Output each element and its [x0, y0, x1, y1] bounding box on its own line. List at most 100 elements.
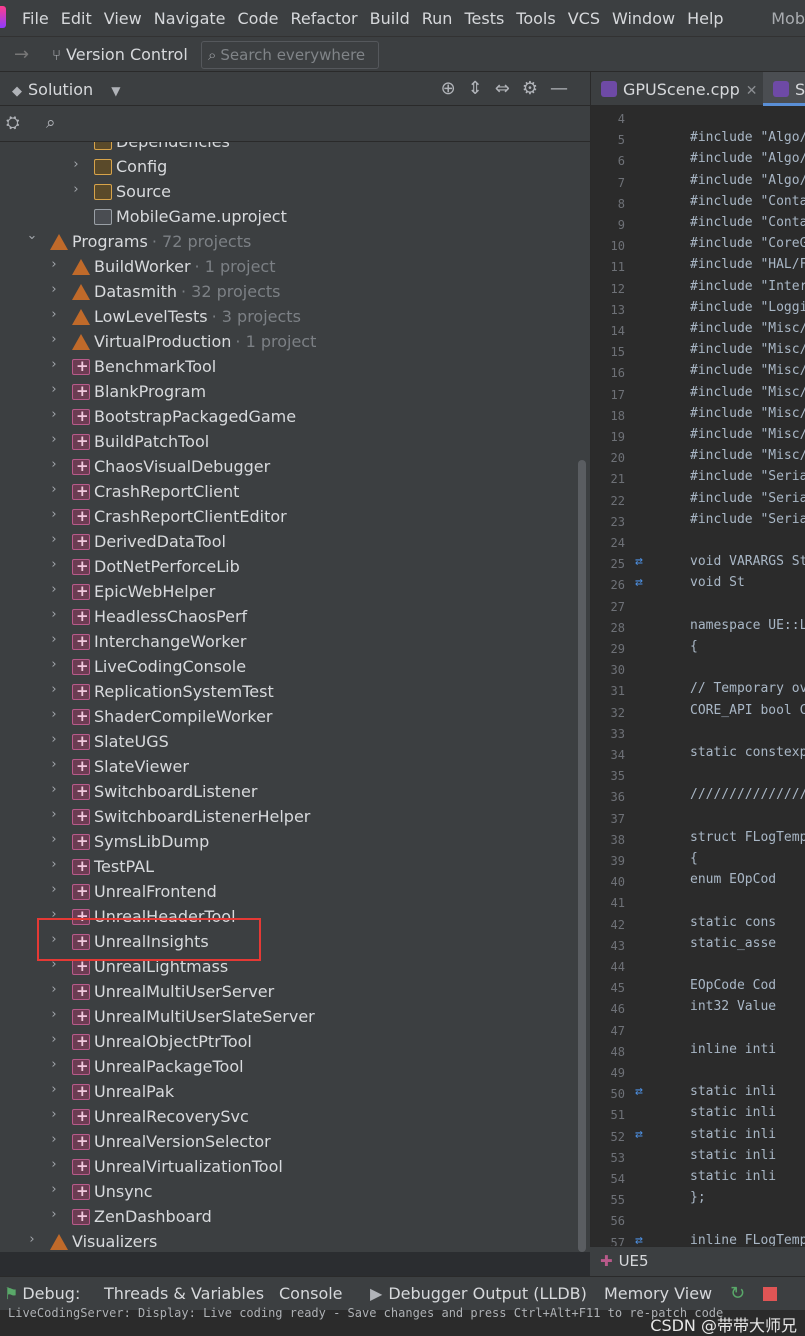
chevron-right-icon[interactable]: ›: [48, 457, 60, 472]
chevron-right-icon[interactable]: ›: [48, 782, 60, 797]
chevron-right-icon[interactable]: ›: [48, 1182, 60, 1197]
tree-item-deriveddatatool[interactable]: › DerivedDataTool: [0, 530, 580, 555]
tree-item-unrealfrontend[interactable]: › UnrealFrontend: [0, 880, 580, 905]
tree-item-buildpatchtool[interactable]: › BuildPatchTool: [0, 430, 580, 455]
tree-item-unrealrecoverysvc[interactable]: › UnrealRecoverySvc: [0, 1105, 580, 1130]
chevron-right-icon[interactable]: ›: [48, 882, 60, 897]
rerun-icon[interactable]: ↻: [730, 1283, 745, 1304]
tree-item-chaosvisualdebugger[interactable]: › ChaosVisualDebugger: [0, 455, 580, 480]
code-editor[interactable]: 4 5 #include "Algo/6 #include "Algo/7 #inclu…: [590, 106, 805, 1246]
tree-item-programs[interactable]: ⌄ Programs · 72 projects: [0, 228, 580, 255]
chevron-right-icon[interactable]: ›: [48, 1107, 60, 1122]
chevron-right-icon[interactable]: ›: [48, 432, 60, 447]
tree-item-benchmarktool[interactable]: › BenchmarkTool: [0, 355, 580, 380]
tree-item-switchboardlistener[interactable]: › SwitchboardListener: [0, 780, 580, 805]
collapse-all-icon[interactable]: ⇔: [495, 78, 522, 99]
tree-item-blankprogram[interactable]: › BlankProgram: [0, 380, 580, 405]
chevron-right-icon[interactable]: ›: [48, 607, 60, 622]
menu-help[interactable]: Help: [687, 9, 723, 28]
chevron-right-icon[interactable]: ›: [48, 582, 60, 597]
menu-vcs[interactable]: VCS: [568, 9, 600, 28]
chevron-right-icon[interactable]: ›: [48, 682, 60, 697]
menu-refactor[interactable]: Refactor: [290, 9, 357, 28]
chevron-right-icon[interactable]: ›: [48, 407, 60, 422]
tree-item-unrealmultiuserserver[interactable]: › UnrealMultiUserServer: [0, 980, 580, 1005]
chevron-right-icon[interactable]: ›: [70, 182, 82, 197]
close-icon[interactable]: ✕: [746, 83, 758, 99]
tree-item-visualizers[interactable]: › Visualizers: [0, 1230, 580, 1252]
menu-file[interactable]: File: [22, 9, 49, 28]
gear-icon[interactable]: ⚙: [522, 78, 550, 99]
tree-scrollbar[interactable]: [578, 460, 586, 1252]
chevron-down-icon[interactable]: ⌄: [26, 228, 38, 243]
tree-item-virtualproduction[interactable]: › VirtualProduction · 1 project: [0, 330, 580, 355]
tree-item-bootstrappackagedgame[interactable]: › BootstrapPackagedGame: [0, 405, 580, 430]
tree-item-unrealmultiuserslateserver[interactable]: › UnrealMultiUserSlateServer: [0, 1005, 580, 1030]
tree-item-symslibdump[interactable]: › SymsLibDump: [0, 830, 580, 855]
search-everywhere-input[interactable]: ⌕ Search everywhere: [201, 41, 379, 69]
expand-all-icon[interactable]: ⇕: [468, 78, 495, 99]
editor-bottom-tab[interactable]: ✚ UE5: [590, 1246, 805, 1276]
menu-tools[interactable]: Tools: [516, 9, 555, 28]
chevron-right-icon[interactable]: ›: [26, 1232, 38, 1247]
tree-item-mobilegame-uproject[interactable]: MobileGame.uproject: [0, 205, 580, 230]
tree-item-unsync[interactable]: › Unsync: [0, 1180, 580, 1205]
tree-item-unrealvirtualizationtool[interactable]: › UnrealVirtualizationTool: [0, 1155, 580, 1180]
tree-item-crashreportclient[interactable]: › CrashReportClient: [0, 480, 580, 505]
tree-item-replicationsystemtest[interactable]: › ReplicationSystemTest: [0, 680, 580, 705]
chevron-right-icon[interactable]: ›: [48, 857, 60, 872]
tree-item-testpal[interactable]: › TestPAL: [0, 855, 580, 880]
chevron-right-icon[interactable]: ›: [48, 982, 60, 997]
tab-debugger-output[interactable]: ▶ Debugger Output (LLDB): [370, 1284, 587, 1303]
chevron-right-icon[interactable]: ›: [48, 257, 60, 272]
navigate-arrow-icon[interactable]: →: [14, 44, 29, 65]
locate-icon[interactable]: ⊕: [441, 78, 468, 99]
chevron-right-icon[interactable]: ›: [48, 332, 60, 347]
tab-gpuscene[interactable]: GPUScene.cpp ✕: [591, 72, 765, 106]
tree-item-unrealpak[interactable]: › UnrealPak: [0, 1080, 580, 1105]
chevron-right-icon[interactable]: ›: [48, 807, 60, 822]
chevron-right-icon[interactable]: ›: [48, 532, 60, 547]
chevron-right-icon[interactable]: ›: [48, 1032, 60, 1047]
tree-item-dependencies[interactable]: Dependencies: [0, 142, 580, 155]
tab-console[interactable]: Console: [279, 1284, 343, 1303]
chevron-right-icon[interactable]: ›: [48, 757, 60, 772]
chevron-right-icon[interactable]: ›: [48, 1132, 60, 1147]
navigation-gutter-icon[interactable]: ⇄: [635, 1127, 643, 1142]
tree-item-config[interactable]: › Config: [0, 155, 580, 180]
tree-item-dotnetperforcelib[interactable]: › DotNetPerforceLib: [0, 555, 580, 580]
chevron-right-icon[interactable]: ›: [48, 357, 60, 372]
navigation-gutter-icon[interactable]: ⇄: [635, 575, 643, 590]
menu-run[interactable]: Run: [422, 9, 453, 28]
chevron-right-icon[interactable]: ›: [48, 657, 60, 672]
tab-memory-view[interactable]: Memory View: [604, 1284, 712, 1303]
tree-item-unrealobjectptrtool[interactable]: › UnrealObjectPtrTool: [0, 1030, 580, 1055]
menu-window[interactable]: Window: [612, 9, 675, 28]
tree-item-zendashboard[interactable]: › ZenDashboard: [0, 1205, 580, 1230]
chevron-right-icon[interactable]: ›: [48, 1207, 60, 1222]
tree-item-livecodingconsole[interactable]: › LiveCodingConsole: [0, 655, 580, 680]
tree-item-headlesschaosperf[interactable]: › HeadlessChaosPerf: [0, 605, 580, 630]
menu-view[interactable]: View: [104, 9, 142, 28]
tab-threads-variables[interactable]: Threads & Variables: [104, 1284, 264, 1303]
tree-item-interchangeworker[interactable]: › InterchangeWorker: [0, 630, 580, 655]
minimize-icon[interactable]: —: [550, 78, 580, 99]
chevron-right-icon[interactable]: ›: [48, 1082, 60, 1097]
chevron-right-icon[interactable]: ›: [48, 1007, 60, 1022]
tree-item-datasmith[interactable]: › Datasmith · 32 projects: [0, 280, 580, 305]
chevron-right-icon[interactable]: ›: [48, 632, 60, 647]
menu-code[interactable]: Code: [238, 9, 279, 28]
chevron-right-icon[interactable]: ›: [70, 157, 82, 172]
chevron-right-icon[interactable]: ›: [48, 307, 60, 322]
tree-item-buildworker[interactable]: › BuildWorker · 1 project: [0, 255, 580, 280]
chevron-right-icon[interactable]: ›: [48, 282, 60, 297]
tree-item-epicwebhelper[interactable]: › EpicWebHelper: [0, 580, 580, 605]
tree-item-shadercompileworker[interactable]: › ShaderCompileWorker: [0, 705, 580, 730]
chevron-right-icon[interactable]: ›: [48, 382, 60, 397]
chevron-right-icon[interactable]: ›: [48, 507, 60, 522]
tree-item-source[interactable]: › Source: [0, 180, 580, 205]
chevron-right-icon[interactable]: ›: [48, 832, 60, 847]
menu-navigate[interactable]: Navigate: [154, 9, 226, 28]
filter-icon[interactable]: ⛭: [6, 113, 20, 133]
chevron-right-icon[interactable]: ›: [48, 557, 60, 572]
